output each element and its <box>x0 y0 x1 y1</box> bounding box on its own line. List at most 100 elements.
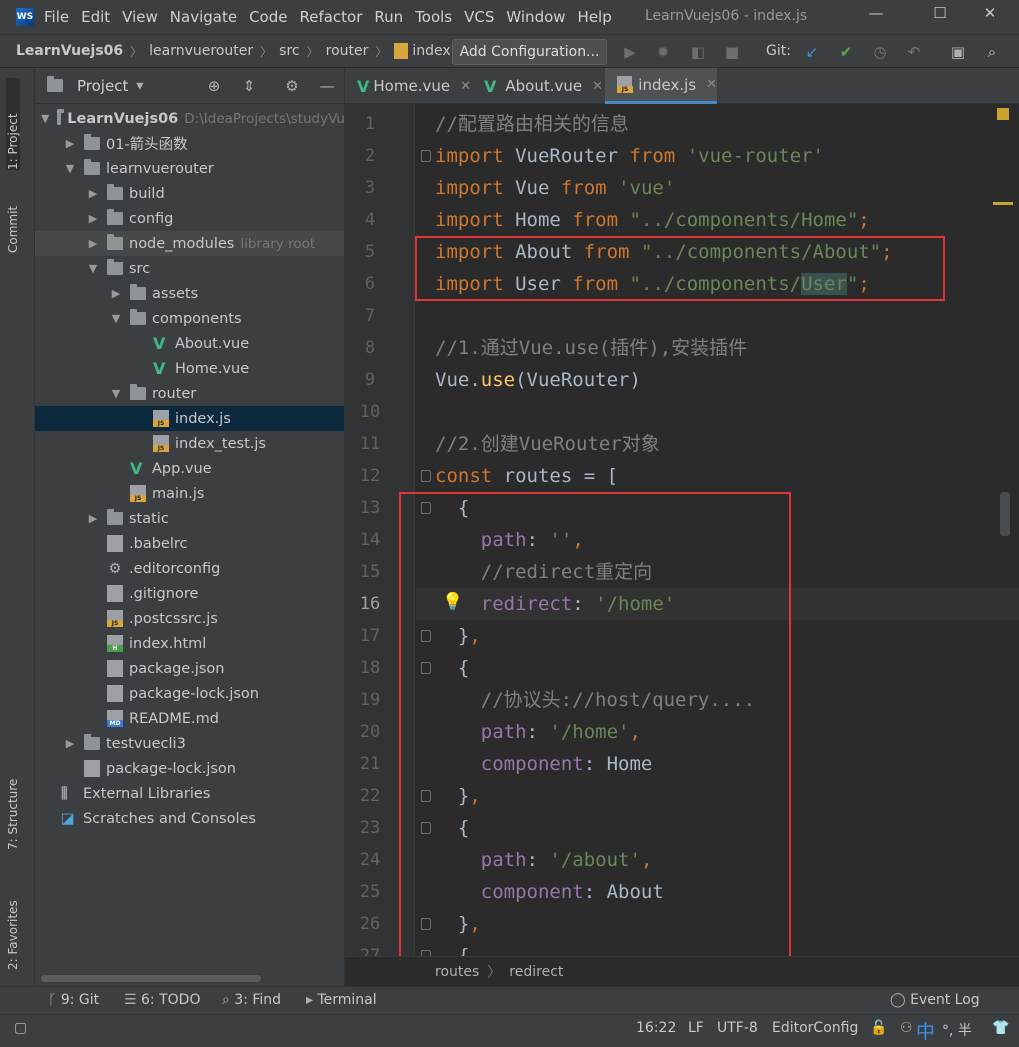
code-line[interactable]: const routes = [ <box>435 460 618 492</box>
add-configuration-button[interactable]: Add Configuration... <box>452 39 607 65</box>
warning-marker-icon[interactable] <box>997 108 1009 120</box>
stop-icon[interactable]: ■ <box>722 42 742 62</box>
close-tab-icon[interactable]: ✕ <box>706 77 717 92</box>
expand-down-icon[interactable]: ▼ <box>110 387 122 400</box>
line-separator[interactable]: LF <box>688 1020 704 1036</box>
collapse-all-icon[interactable]: ⇕ <box>240 77 258 95</box>
tool-windows-icon[interactable]: ▢ <box>14 1020 27 1036</box>
tshirt-icon[interactable]: 👕 <box>992 1020 1009 1036</box>
error-stripe-marker[interactable] <box>993 202 1013 205</box>
breadcrumb-redirect[interactable]: redirect <box>509 964 563 980</box>
tree-item[interactable]: ▼ router <box>35 381 344 406</box>
tab-favorites[interactable]: 2: Favorites <box>6 880 20 970</box>
tree-item[interactable]: ▶ build <box>35 181 344 206</box>
code-line[interactable]: import VueRouter from 'vue-router' <box>435 140 824 172</box>
expand-right-icon[interactable]: ▶ <box>87 512 99 525</box>
tree-item[interactable]: ▶ assets <box>35 281 344 306</box>
git-status-icon[interactable]: ⚇ <box>900 1020 913 1036</box>
code-line[interactable]: //1.通过Vue.use(插件),安装插件 <box>435 332 747 364</box>
git-rollback-icon[interactable]: ↶ <box>904 42 924 62</box>
code-line[interactable]: //2.创建VueRouter对象 <box>435 428 660 460</box>
menu-edit[interactable]: Edit <box>81 8 116 26</box>
tree-item[interactable]: V About.vue <box>35 331 344 356</box>
menu-refactor[interactable]: Refactor <box>299 8 368 26</box>
expand-right-icon[interactable]: ▶ <box>87 212 99 225</box>
menu-help[interactable]: Help <box>578 8 618 26</box>
expand-down-icon[interactable]: ▼ <box>110 312 122 325</box>
menu-code[interactable]: Code <box>249 8 293 26</box>
tree-item[interactable]: package-lock.json <box>35 756 344 781</box>
git-history-icon[interactable]: ◷ <box>870 42 890 62</box>
tree-item[interactable]: ▼ LearnVuejs06 D:\IdeaProjects\studyVu <box>35 106 344 131</box>
breadcrumb-src[interactable]: src <box>279 43 299 59</box>
tree-item[interactable]: README.md <box>35 706 344 731</box>
tree-item[interactable]: ◪ Scratches and Consoles <box>35 806 344 831</box>
tree-item[interactable]: ▼ components <box>35 306 344 331</box>
file-encoding[interactable]: UTF-8 <box>717 1020 758 1036</box>
code-line[interactable]: Vue.use(VueRouter) <box>435 364 641 396</box>
maximize-button[interactable]: ☐ <box>920 4 960 28</box>
editor-tab[interactable]: V Home.vue ✕ <box>345 68 471 104</box>
tree-item[interactable]: .gitignore <box>35 581 344 606</box>
close-tab-icon[interactable]: ✕ <box>592 79 603 94</box>
ime-mode[interactable]: 中 <box>916 1017 935 1044</box>
menu-file[interactable]: File <box>44 8 75 26</box>
expand-right-icon[interactable]: ▶ <box>64 137 76 150</box>
tool-todo[interactable]: ☰ 6: TODO <box>124 992 200 1008</box>
git-update-icon[interactable]: ↙ <box>802 42 822 62</box>
tab-project[interactable]: 1: Project <box>6 78 20 170</box>
editor-tab[interactable]: index.js ✕ <box>605 68 717 104</box>
gear-icon[interactable]: ⚙ <box>283 77 301 95</box>
tree-item[interactable]: ▶ static <box>35 506 344 531</box>
tab-commit[interactable]: Commit <box>6 183 20 253</box>
tool-find[interactable]: ⌕ 3: Find <box>222 992 281 1008</box>
tool-git[interactable]: ᚴ 9: Git <box>48 992 99 1008</box>
minimize-button[interactable]: — <box>856 4 896 28</box>
tree-item[interactable]: index.js <box>35 406 344 431</box>
vertical-scrollbar[interactable] <box>1000 492 1010 536</box>
tab-structure[interactable]: 7: Structure <box>6 760 20 850</box>
tree-item[interactable]: ▶ node_modules library root <box>35 231 344 256</box>
tree-item[interactable]: main.js <box>35 481 344 506</box>
tree-item[interactable]: ⫼ External Libraries <box>35 781 344 806</box>
project-structure-icon[interactable]: ▣ <box>948 42 968 62</box>
tree-item[interactable]: package-lock.json <box>35 681 344 706</box>
tree-item[interactable]: ▶ testvuecli3 <box>35 731 344 756</box>
menu-run[interactable]: Run <box>374 8 409 26</box>
git-commit-icon[interactable]: ✔ <box>836 42 856 62</box>
tool-terminal[interactable]: ▸ Terminal <box>306 992 377 1008</box>
code-line[interactable]: import Vue from 'vue' <box>435 172 675 204</box>
fold-marker-icon[interactable] <box>421 470 431 482</box>
tree-item[interactable]: V App.vue <box>35 456 344 481</box>
breadcrumb-learnvuerouter[interactable]: learnvuerouter <box>149 43 253 59</box>
editor-tab[interactable]: V About.vue ✕ <box>472 68 603 104</box>
breadcrumb-routes[interactable]: routes <box>435 964 479 980</box>
breadcrumb-project[interactable]: LearnVuejs06 <box>16 43 123 59</box>
tree-item[interactable]: ▼ learnvuerouter <box>35 156 344 181</box>
expand-down-icon[interactable]: ▼ <box>87 262 99 275</box>
menu-tools[interactable]: Tools <box>415 8 458 26</box>
chevron-down-icon[interactable]: ▾ <box>136 78 143 94</box>
editor-config[interactable]: EditorConfig <box>772 1020 858 1036</box>
run-icon[interactable]: ▶ <box>620 42 640 62</box>
code-area[interactable]: //配置路由相关的信息 import VueRouter from 'vue-ro… <box>345 104 1019 956</box>
menu-view[interactable]: View <box>122 8 164 26</box>
tree-item[interactable]: package.json <box>35 656 344 681</box>
expand-down-icon[interactable]: ▼ <box>64 162 76 175</box>
tree-item[interactable]: .postcssrc.js <box>35 606 344 631</box>
event-log[interactable]: ◯ Event Log <box>890 992 980 1008</box>
tree-item[interactable]: ▼ src <box>35 256 344 281</box>
breadcrumb-router[interactable]: router <box>326 43 369 59</box>
expand-right-icon[interactable]: ▶ <box>87 237 99 250</box>
expand-right-icon[interactable]: ▶ <box>110 287 122 300</box>
hide-icon[interactable]: — <box>318 77 336 95</box>
tree-item[interactable]: ⚙ .editorconfig <box>35 556 344 581</box>
tree-item[interactable]: ▶ 01-箭头函数 <box>35 131 344 156</box>
tree-item[interactable]: ▶ config <box>35 206 344 231</box>
coverage-icon[interactable]: ◧ <box>688 42 708 62</box>
lock-icon[interactable]: 🔓 <box>870 1020 887 1036</box>
search-icon[interactable]: ⌕ <box>982 42 1002 62</box>
expand-right-icon[interactable]: ▶ <box>64 737 76 750</box>
menu-navigate[interactable]: Navigate <box>170 8 243 26</box>
tree-item[interactable]: index.html <box>35 631 344 656</box>
